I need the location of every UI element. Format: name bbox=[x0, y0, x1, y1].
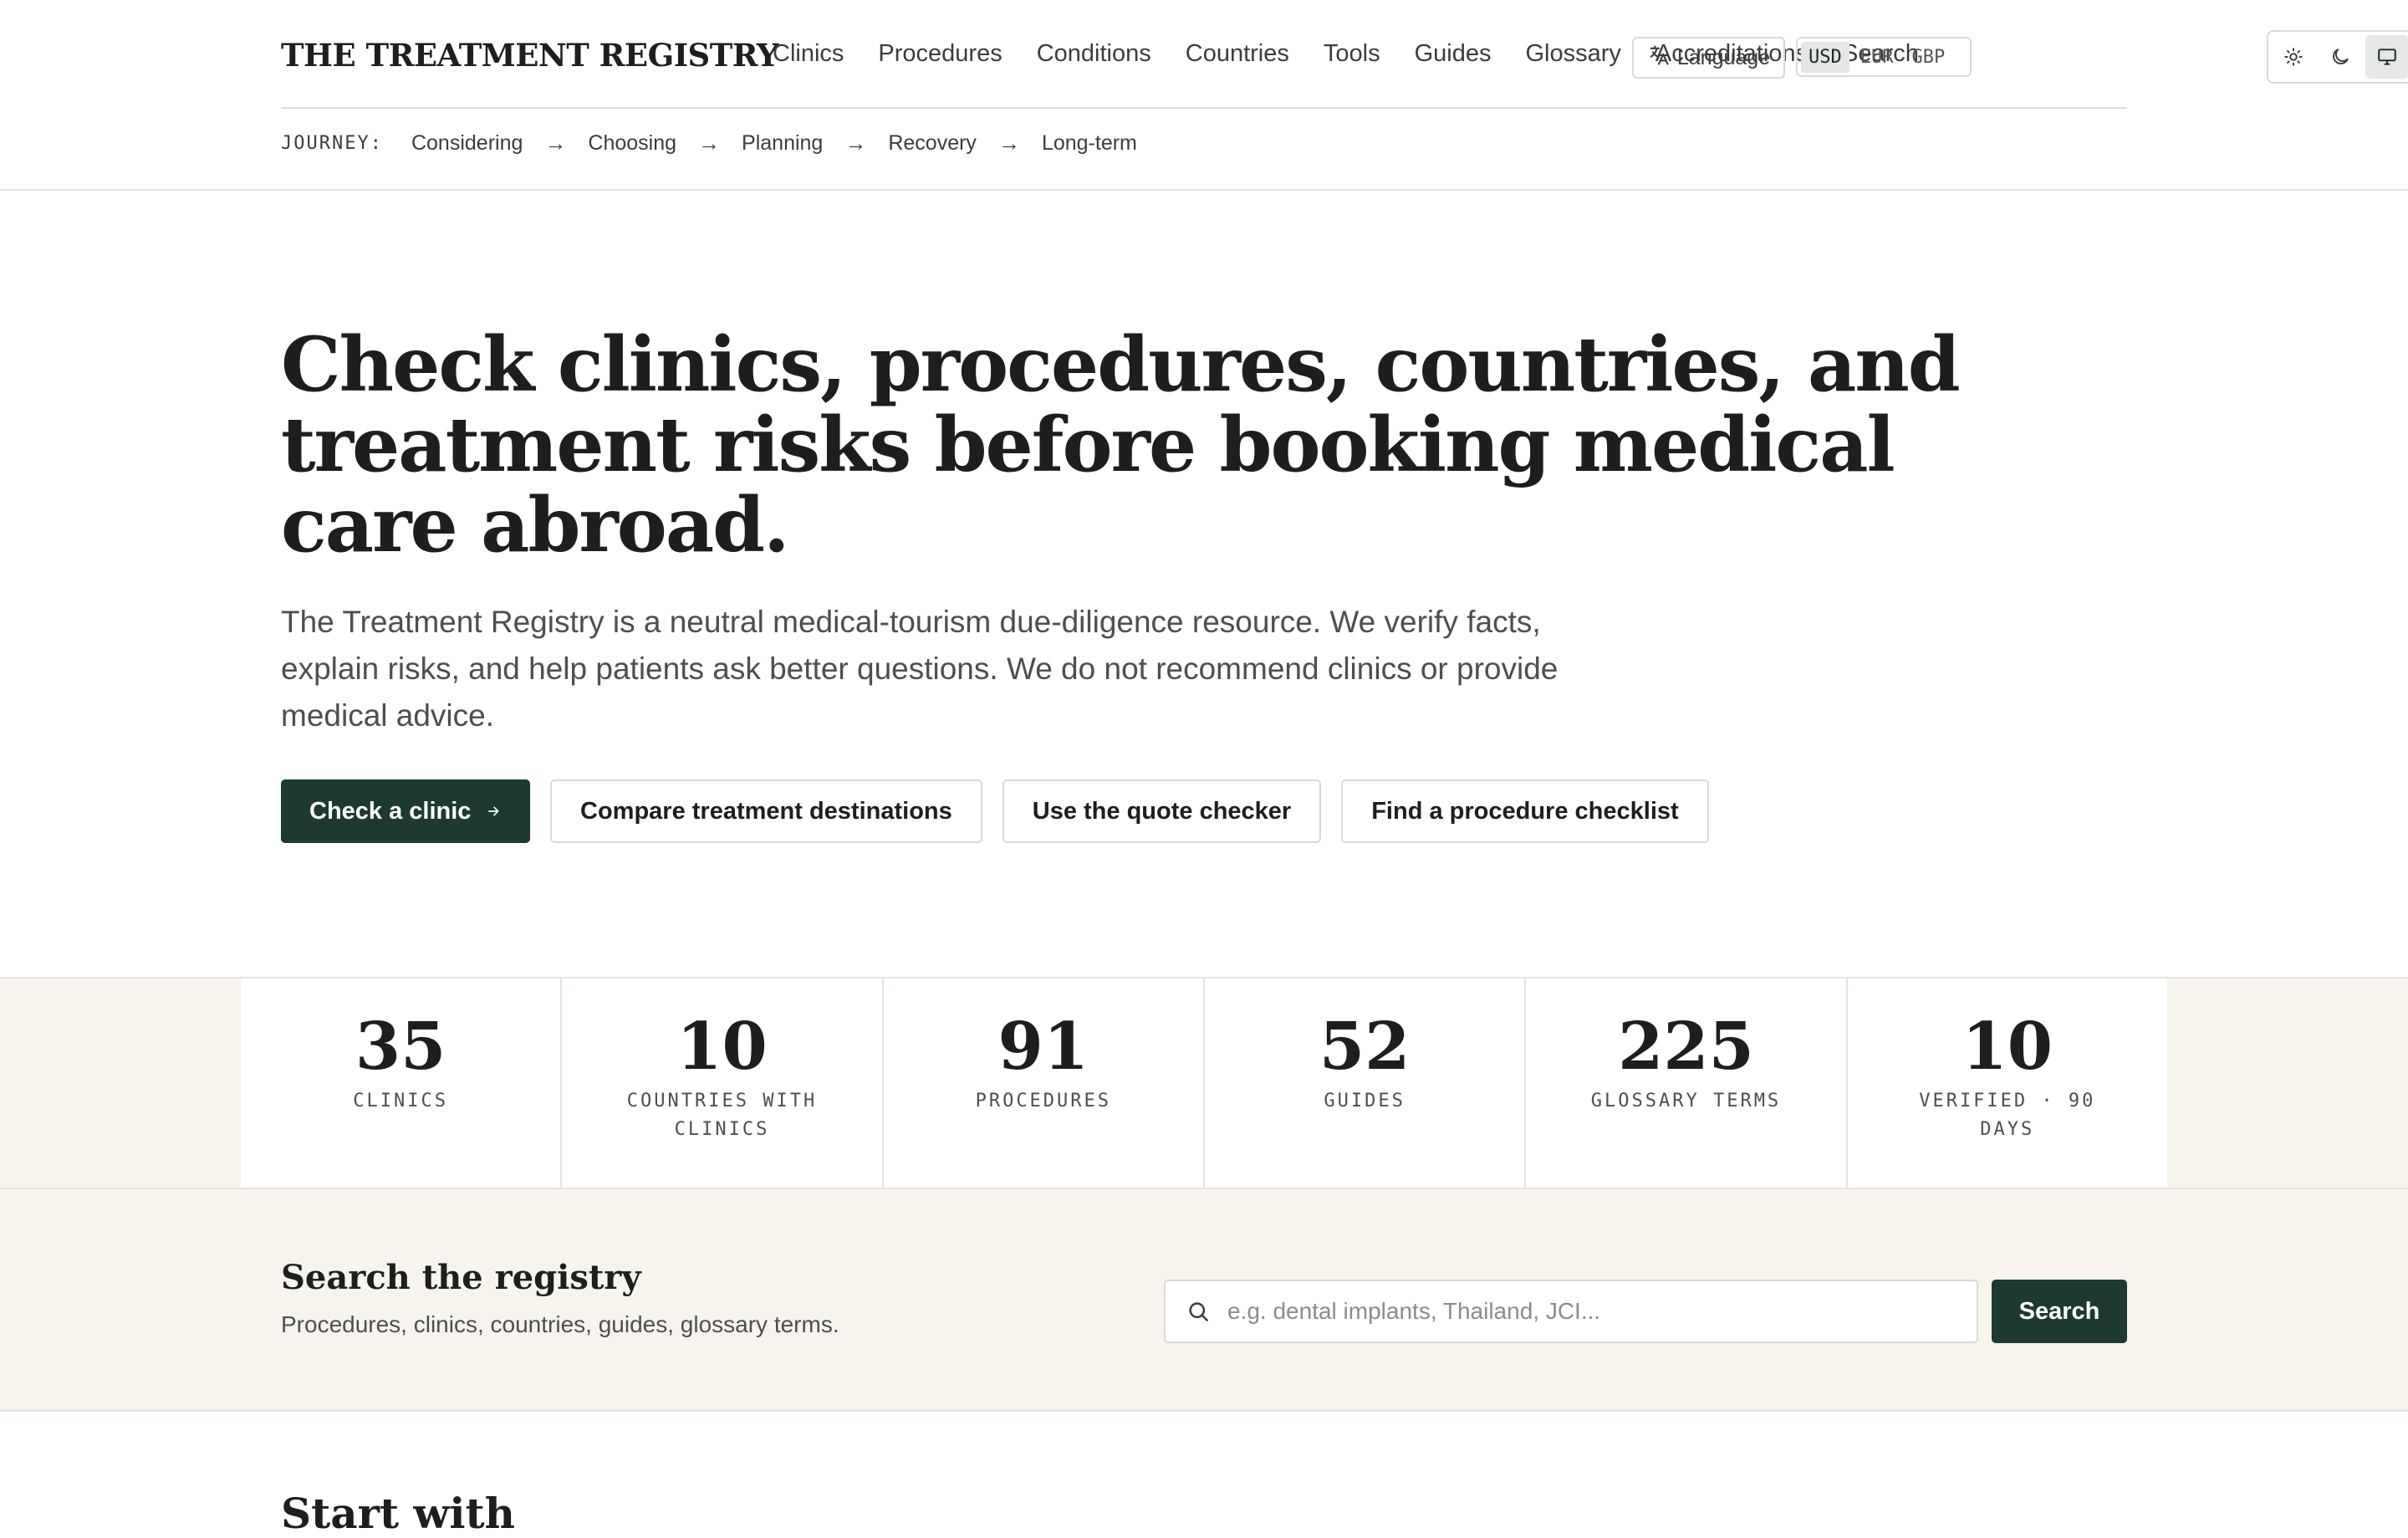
search-section: Search the registry Procedures, clinics,… bbox=[0, 1189, 2408, 1412]
search-icon bbox=[1189, 1302, 1208, 1321]
search-input[interactable] bbox=[1227, 1298, 1946, 1325]
journey-step-long-term[interactable]: Long-term bbox=[1042, 131, 1137, 156]
stat-label: COUNTRIES WITH CLINICS bbox=[626, 1091, 818, 1140]
stat-value: 10 bbox=[676, 1009, 768, 1085]
journey-breadcrumb: JOURNEY: Considering → Choosing → Planni… bbox=[281, 130, 1137, 156]
nav-conditions[interactable]: Conditions bbox=[1037, 40, 1151, 68]
search-title: Search the registry bbox=[281, 1258, 641, 1297]
journey-arrow: → bbox=[544, 130, 567, 156]
stat-label: PROCEDURES bbox=[975, 1091, 1112, 1111]
dark-theme-button[interactable] bbox=[2319, 35, 2362, 79]
journey-arrow: → bbox=[997, 130, 1020, 156]
sun-icon bbox=[2284, 48, 2303, 66]
journey-label: JOURNEY: bbox=[281, 133, 383, 154]
start-with-heading: Start with bbox=[281, 1489, 515, 1538]
search-description: Procedures, clinics, countries, guides, … bbox=[281, 1311, 839, 1337]
stat-value: 225 bbox=[1618, 1009, 1754, 1085]
stat-countries: 10 COUNTRIES WITH CLINICS bbox=[560, 978, 881, 1188]
stat-label: GUIDES bbox=[1324, 1091, 1406, 1111]
stats-grid: 35 CLINICS 10 COUNTRIES WITH CLINICS 91 … bbox=[241, 978, 2167, 1188]
stat-guides: 52 GUIDES bbox=[1202, 978, 1524, 1188]
stat-label: VERIFIED · 90 DAYS bbox=[1919, 1091, 2096, 1140]
stat-value: 91 bbox=[997, 1009, 1089, 1085]
stat-clinics: 35 CLINICS bbox=[241, 978, 560, 1188]
hero-cta-row: Check a clinic Compare treatment destina… bbox=[281, 779, 1709, 843]
compare-destinations-button[interactable]: Compare treatment destinations bbox=[550, 779, 982, 843]
search-field[interactable] bbox=[1164, 1280, 1978, 1343]
stat-value: 35 bbox=[355, 1009, 446, 1085]
stat-label: GLOSSARY TERMS bbox=[1590, 1091, 1782, 1111]
theme-switcher bbox=[2267, 30, 2408, 84]
nav-procedures[interactable]: Procedures bbox=[878, 40, 1002, 68]
stat-value: 10 bbox=[1962, 1009, 2053, 1085]
nav-guides[interactable]: Guides bbox=[1415, 40, 1492, 68]
nav-countries[interactable]: Countries bbox=[1186, 40, 1289, 68]
journey-arrow: → bbox=[844, 130, 867, 156]
moon-icon bbox=[2333, 49, 2349, 64]
language-button[interactable]: Language bbox=[1632, 37, 1785, 79]
translate-icon bbox=[1647, 43, 1671, 73]
procedure-checklist-button[interactable]: Find a procedure checklist bbox=[1341, 779, 1709, 843]
journey-step-choosing[interactable]: Choosing bbox=[588, 131, 676, 156]
site-header: THE TREATMENT REGISTRY Clinics Procedure… bbox=[0, 0, 2408, 191]
search-submit-button[interactable]: Search bbox=[1992, 1280, 2127, 1343]
currency-usd[interactable]: USD bbox=[1801, 41, 1849, 73]
journey-step-planning[interactable]: Planning bbox=[742, 131, 823, 156]
hero-title: Check clinics, procedures, countries, an… bbox=[281, 320, 1961, 570]
stats-band: 35 CLINICS 10 COUNTRIES WITH CLINICS 91 … bbox=[0, 977, 2408, 1189]
language-label: Language bbox=[1676, 45, 1771, 69]
stat-procedures: 91 PROCEDURES bbox=[881, 978, 1203, 1188]
monitor-icon bbox=[2378, 49, 2396, 65]
hero-subtitle: The Treatment Registry is a neutral medi… bbox=[281, 605, 1559, 733]
nav-glossary[interactable]: Glossary bbox=[1525, 40, 1620, 68]
journey-step-recovery[interactable]: Recovery bbox=[888, 131, 977, 156]
quote-checker-button[interactable]: Use the quote checker bbox=[1002, 779, 1322, 843]
check-clinic-label: Check a clinic bbox=[309, 797, 472, 825]
nav-tools[interactable]: Tools bbox=[1324, 40, 1380, 68]
currency-eur[interactable]: EUR bbox=[1853, 42, 1901, 73]
stat-value: 52 bbox=[1319, 1009, 1411, 1085]
journey-step-considering[interactable]: Considering bbox=[411, 131, 523, 156]
stat-glossary-terms: 225 GLOSSARY TERMS bbox=[1524, 978, 1845, 1188]
check-clinic-button[interactable]: Check a clinic bbox=[281, 779, 530, 843]
nav-clinics[interactable]: Clinics bbox=[773, 40, 844, 68]
stat-verified: 10 VERIFIED · 90 DAYS bbox=[1845, 978, 2167, 1188]
system-theme-button[interactable] bbox=[2365, 35, 2408, 79]
light-theme-button[interactable] bbox=[2272, 35, 2315, 79]
currency-switcher: USD EUR GBP bbox=[1796, 37, 1972, 77]
currency-gbp[interactable]: GBP bbox=[1905, 42, 1953, 73]
journey-arrow: → bbox=[698, 130, 721, 156]
site-logo[interactable]: THE TREATMENT REGISTRY bbox=[281, 37, 778, 74]
stat-label: CLINICS bbox=[353, 1091, 449, 1111]
arrow-right-icon bbox=[488, 806, 499, 816]
